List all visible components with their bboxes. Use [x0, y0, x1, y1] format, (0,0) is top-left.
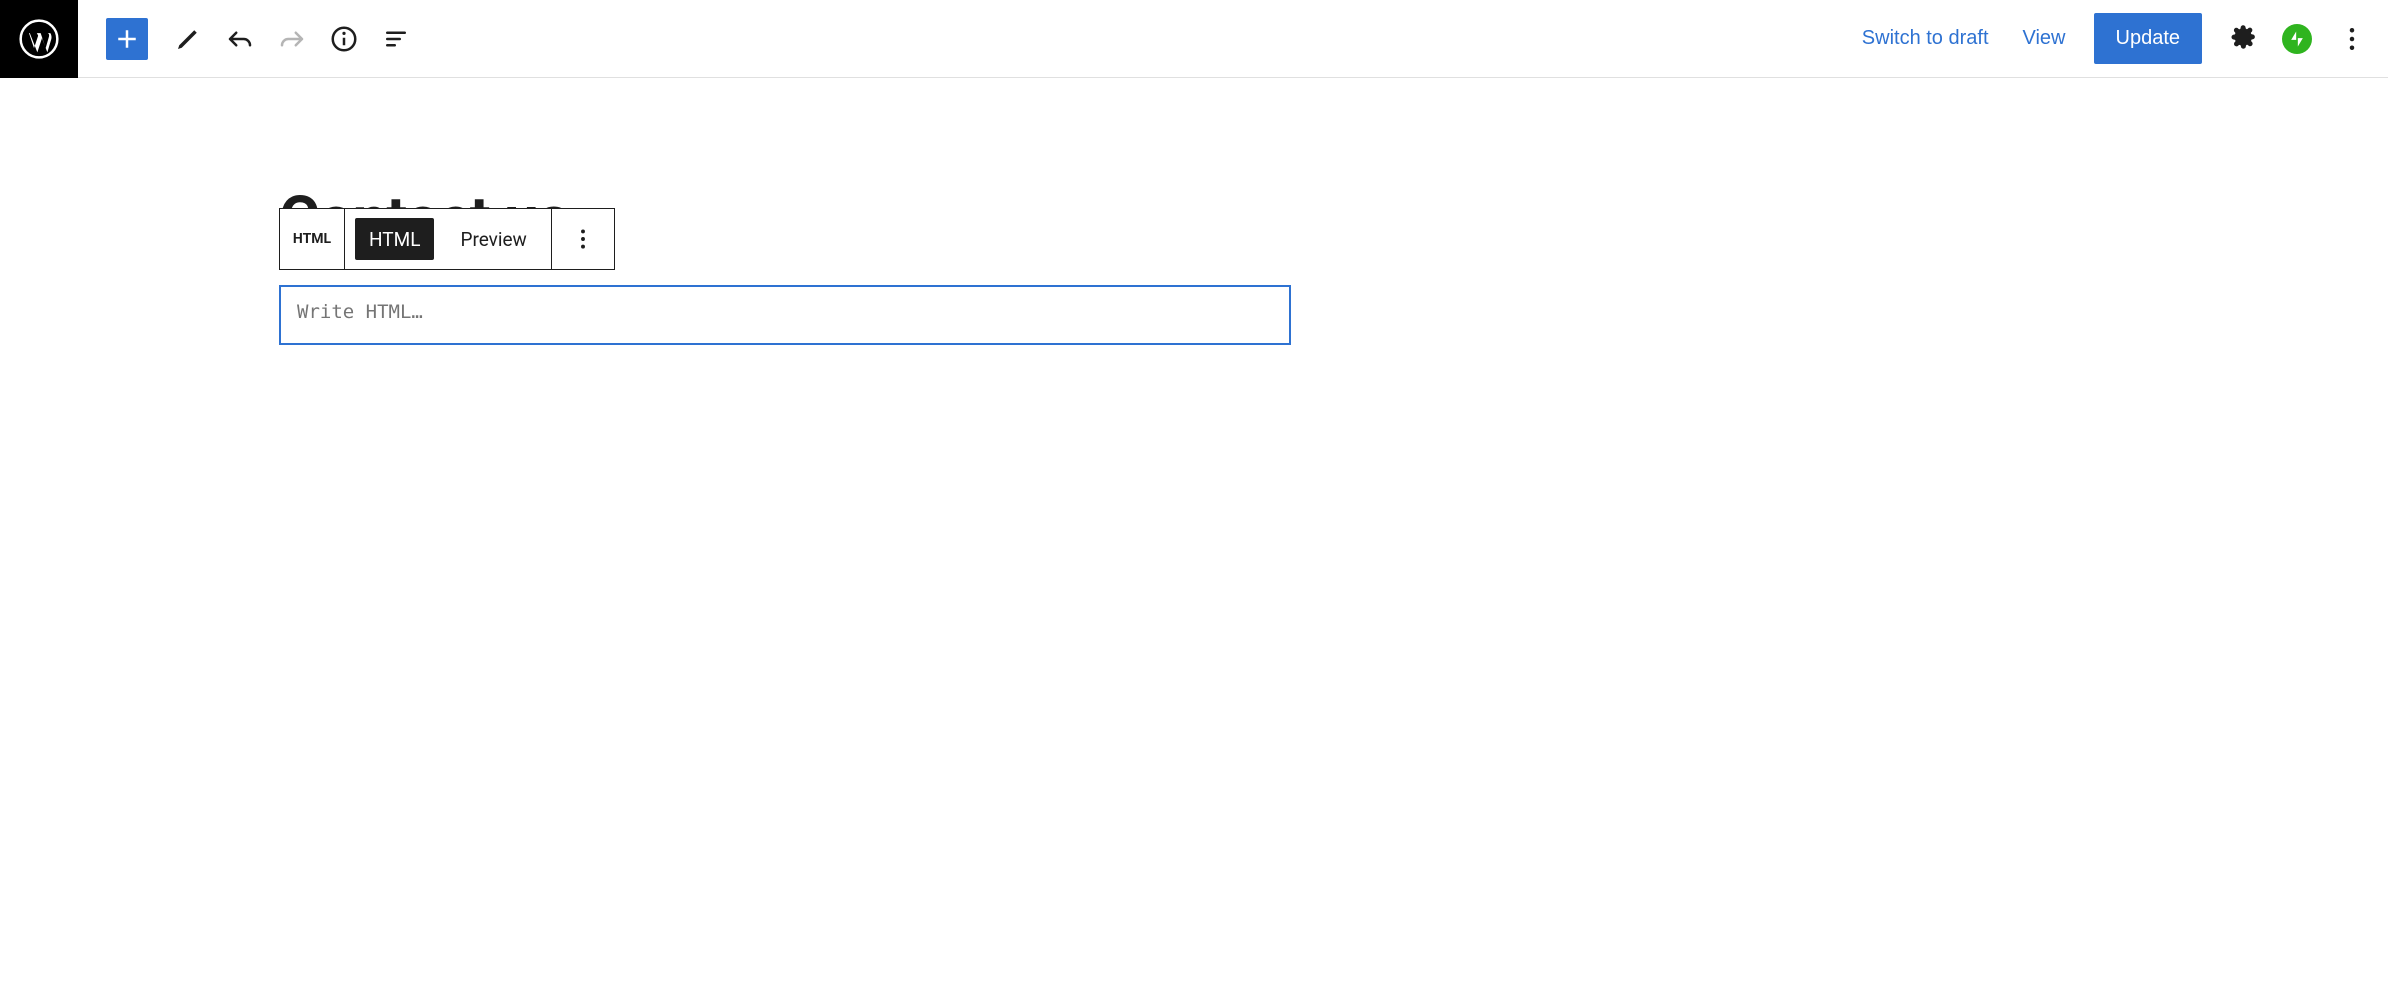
view-button[interactable]: View: [2009, 17, 2080, 60]
block-toolbar: HTML HTML Preview: [279, 208, 615, 270]
settings-button[interactable]: [2216, 13, 2268, 65]
wordpress-icon: [19, 19, 59, 59]
details-button[interactable]: [318, 13, 370, 65]
gear-icon: [2227, 24, 2257, 54]
wordpress-logo[interactable]: [0, 0, 78, 78]
list-view-icon: [381, 24, 411, 54]
info-icon: [329, 24, 359, 54]
redo-button[interactable]: [266, 13, 318, 65]
more-vertical-icon: [570, 226, 596, 252]
block-type-button[interactable]: HTML: [280, 231, 344, 247]
tools-button[interactable]: [162, 13, 214, 65]
switch-to-draft-button[interactable]: Switch to draft: [1848, 17, 2003, 60]
block-more-button[interactable]: [552, 209, 614, 269]
editor-top-bar: Switch to draft View Update: [0, 0, 2388, 78]
jetpack-button[interactable]: [2282, 24, 2312, 54]
more-vertical-icon: [2337, 24, 2367, 54]
redo-icon: [277, 24, 307, 54]
html-tab[interactable]: HTML: [355, 218, 434, 260]
list-view-button[interactable]: [370, 13, 422, 65]
plus-icon: [112, 24, 142, 54]
update-button[interactable]: Update: [2094, 13, 2203, 64]
toolbar-right: Switch to draft View Update: [1848, 13, 2388, 65]
options-button[interactable]: [2326, 13, 2378, 65]
undo-icon: [225, 24, 255, 54]
jetpack-icon: [2287, 29, 2307, 49]
add-block-button[interactable]: [106, 18, 148, 60]
pencil-icon: [173, 24, 203, 54]
toolbar-left: [78, 13, 422, 65]
preview-tab[interactable]: Preview: [446, 218, 540, 260]
undo-button[interactable]: [214, 13, 266, 65]
html-block-input[interactable]: [279, 285, 1291, 345]
